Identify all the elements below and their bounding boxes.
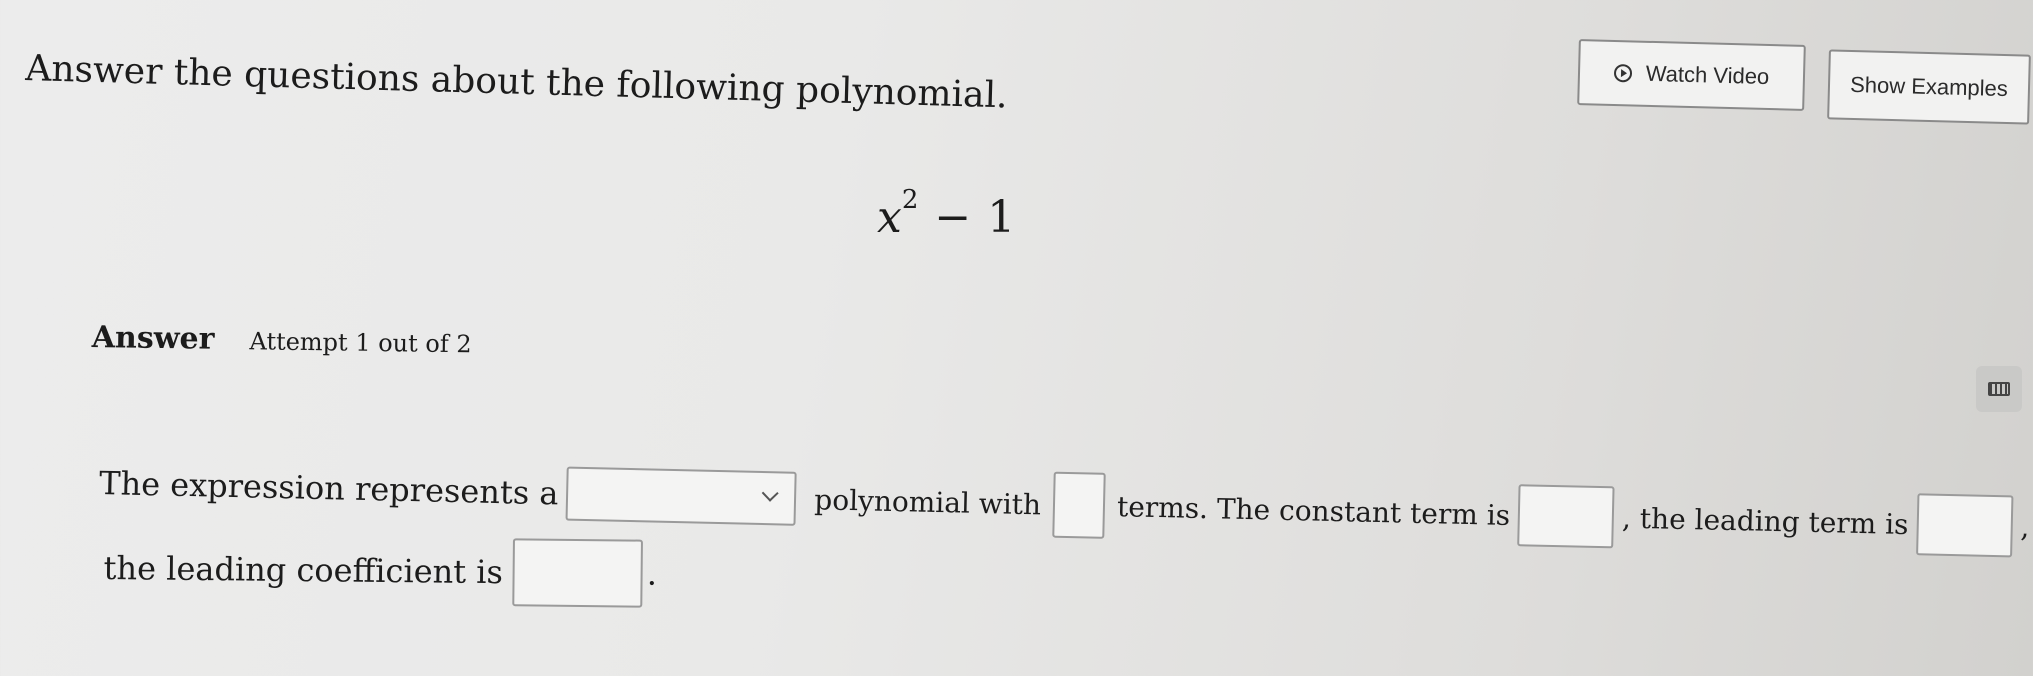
- question-prompt: Answer the questions about the following…: [24, 48, 1009, 117]
- num-terms-input[interactable]: [1052, 471, 1106, 539]
- attempt-counter: Attempt 1 out of 2: [249, 327, 472, 359]
- show-examples-label: Show Examples: [1849, 71, 2009, 102]
- polynomial-constant: 1: [987, 192, 1016, 243]
- sentence-text-3: terms. The constant term is: [1116, 489, 1511, 532]
- polynomial-expression: x2−1: [877, 185, 1016, 243]
- chevron-down-icon: [762, 484, 780, 502]
- answer-header: Answer Attempt 1 out of 2: [92, 320, 472, 360]
- watch-video-button[interactable]: Watch Video: [1577, 39, 1806, 111]
- keyboard-icon: [1988, 382, 2010, 396]
- polynomial-type-select[interactable]: [565, 466, 798, 526]
- leading-term-input[interactable]: [1915, 493, 2014, 558]
- constant-term-input[interactable]: [1517, 484, 1615, 549]
- sentence-text-7: .: [646, 554, 658, 593]
- answer-sentence-line-2: the leading coefficient is .: [103, 534, 657, 608]
- sentence-text-4: , the leading term is: [1621, 501, 1909, 541]
- keyboard-toggle-button[interactable]: [1976, 366, 2022, 412]
- leading-coefficient-input[interactable]: [512, 538, 644, 608]
- sentence-text-2: polynomial with: [814, 482, 1042, 521]
- sentence-text-5: , and: [2020, 510, 2033, 545]
- polynomial-operator: −: [934, 192, 972, 243]
- sentence-text-6: the leading coefficient is: [103, 548, 504, 592]
- watch-video-label: Watch Video: [1645, 60, 1770, 90]
- polynomial-exponent: 2: [901, 185, 919, 216]
- polynomial-variable: x: [877, 192, 902, 243]
- show-examples-button[interactable]: Show Examples: [1827, 49, 2031, 125]
- play-circle-icon: [1613, 63, 1632, 83]
- sentence-text-1: The expression represents a: [98, 463, 559, 513]
- answer-label: Answer: [91, 320, 215, 357]
